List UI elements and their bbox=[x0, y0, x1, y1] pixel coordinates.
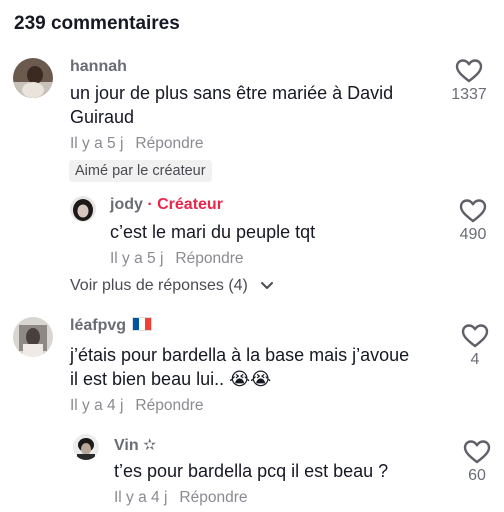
avatar[interactable] bbox=[13, 58, 53, 98]
avatar[interactable] bbox=[13, 317, 53, 357]
view-more-replies-button[interactable]: Voir plus de réponses (4) bbox=[70, 277, 274, 295]
like-count: 490 bbox=[459, 226, 487, 243]
creator-tag: · Créateur bbox=[147, 196, 223, 213]
reply-time: Il y a 4 j bbox=[114, 489, 168, 506]
liked-by-creator-badge: Aimé par le créateur bbox=[69, 160, 212, 182]
comment-text: un jour de plus sans être mariée à David… bbox=[70, 83, 394, 127]
comment-time: Il y a 4 j bbox=[70, 397, 124, 414]
chevron-down-icon bbox=[261, 281, 274, 289]
reply-text: t’es pour bardella pcq il est beau ? bbox=[114, 461, 389, 481]
heart-outline-icon[interactable] bbox=[459, 198, 487, 224]
reply-text: c’est le mari du peuple tqt bbox=[110, 222, 316, 242]
heart-outline-icon[interactable] bbox=[463, 439, 491, 465]
reply-button[interactable]: Répondre bbox=[135, 135, 203, 152]
reply-meta: Il y a 4 j Répondre bbox=[114, 489, 248, 507]
reply-meta: Il y a 5 j Répondre bbox=[110, 250, 244, 268]
heart-outline-icon[interactable] bbox=[455, 58, 483, 84]
comment-text: j’étais pour bardella à la base mais j’a… bbox=[70, 345, 410, 389]
reply-button[interactable]: Répondre bbox=[175, 250, 243, 267]
reply-username[interactable]: Vin ✫ bbox=[114, 435, 156, 455]
heart-outline-icon[interactable] bbox=[461, 323, 489, 349]
comment-time: Il y a 5 j bbox=[70, 135, 124, 152]
like-count: 60 bbox=[468, 467, 486, 484]
comment-username[interactable]: hannah bbox=[70, 58, 127, 76]
like-count: 4 bbox=[470, 351, 480, 368]
avatar[interactable] bbox=[73, 434, 99, 460]
avatar[interactable] bbox=[70, 196, 96, 222]
reply-button[interactable]: Répondre bbox=[135, 397, 203, 414]
comment-meta: Il y a 5 j Répondre bbox=[70, 135, 204, 153]
comment-meta: Il y a 4 j Répondre bbox=[70, 397, 204, 415]
reply-time: Il y a 5 j bbox=[110, 250, 164, 267]
france-flag-icon bbox=[132, 317, 153, 331]
view-more-replies-label: Voir plus de réponses (4) bbox=[70, 277, 248, 294]
reply-username[interactable]: jody · Créateur bbox=[110, 196, 223, 214]
reply-button[interactable]: Répondre bbox=[179, 489, 247, 506]
comment-username[interactable]: léafpvg bbox=[70, 317, 153, 335]
like-count: 1337 bbox=[451, 86, 487, 103]
comments-count-title: 239 commentaires bbox=[14, 13, 180, 34]
